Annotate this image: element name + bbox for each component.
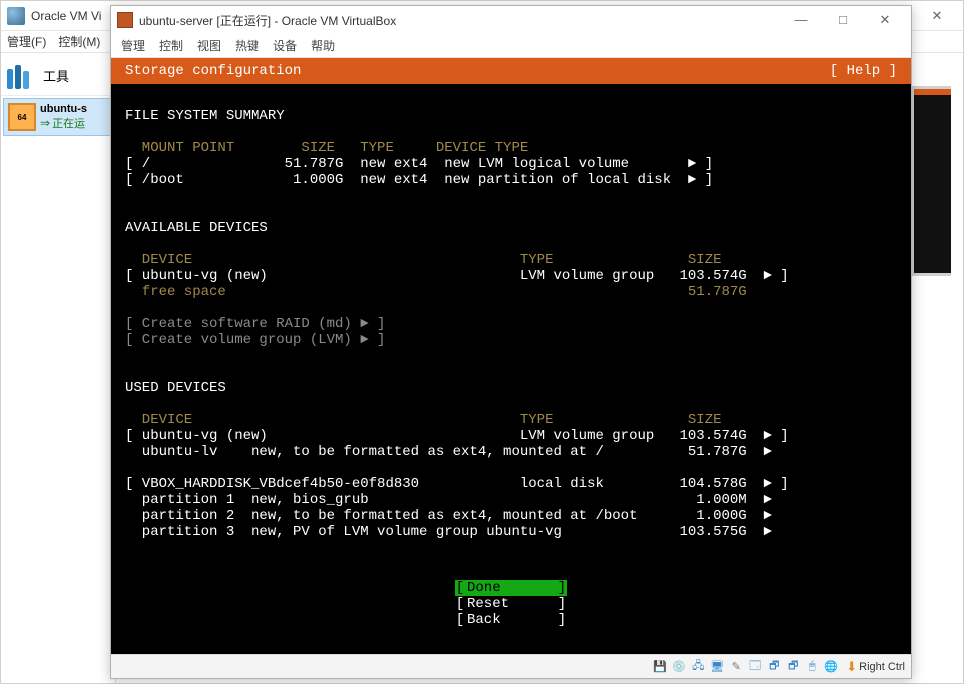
- used-row-p1[interactable]: partition 1 new, bios_grub 1.000M ►: [125, 492, 772, 508]
- host-key-arrow-icon: ⬇: [846, 659, 857, 675]
- vm-menu-view[interactable]: 视图: [197, 37, 221, 54]
- host-key-indicator: ⬇ Right Ctrl: [846, 659, 905, 675]
- create-raid[interactable]: [ Create software RAID (md) ► ]: [125, 316, 385, 332]
- back-button[interactable]: [Back]: [455, 612, 567, 628]
- vm-maximize-button[interactable]: □: [823, 8, 863, 32]
- sidebar-vm-ubuntu[interactable]: 64 ubuntu-s ⇒ 正在运: [3, 98, 113, 136]
- used-row-p3[interactable]: partition 3 new, PV of LVM volume group …: [125, 524, 772, 540]
- status-additions-icon[interactable]: 🌐: [823, 659, 839, 675]
- vm-minimize-button[interactable]: —: [781, 8, 821, 32]
- fs-row-root[interactable]: [ / 51.787G new ext4 new LVM logical vol…: [125, 156, 713, 172]
- status-hdd-icon[interactable]: 💾: [652, 659, 668, 675]
- vbox-cube-icon: [117, 12, 133, 28]
- vm-menu-manage[interactable]: 管理: [121, 37, 145, 54]
- vm-window-title: ubuntu-server [正在运行] - Oracle VM Virtual…: [139, 12, 781, 29]
- vm-titlebar: ubuntu-server [正在运行] - Oracle VM Virtual…: [111, 6, 911, 34]
- avail-row-vg[interactable]: [ ubuntu-vg (new) LVM volume group 103.5…: [125, 268, 789, 284]
- used-columns: DEVICE TYPE SIZE: [125, 412, 722, 428]
- vm-menu-device[interactable]: 设备: [273, 37, 297, 54]
- vm-name: ubuntu-s: [40, 103, 87, 115]
- used-row-lv[interactable]: ubuntu-lv new, to be formatted as ext4, …: [125, 444, 772, 460]
- menu-manage[interactable]: 管理(F): [7, 33, 46, 50]
- used-row-p2[interactable]: partition 2 new, to be formatted as ext4…: [125, 508, 772, 524]
- status-display-icon[interactable]: 🖥: [709, 659, 725, 675]
- used-row-vg[interactable]: [ ubuntu-vg (new) LVM volume group 103.5…: [125, 428, 789, 444]
- vm-menu-control[interactable]: 控制: [159, 37, 183, 54]
- vm-status-text: 正在运: [52, 115, 85, 131]
- menu-control[interactable]: 控制(M): [58, 33, 100, 50]
- status-optical-icon[interactable]: 💿: [671, 659, 687, 675]
- vm-statusbar: 💾 💿 🖧 🖥 ✎ 🗔 🗗 🗗 🖱 🌐 ⬇ Right Ctrl: [111, 654, 911, 678]
- status-mouse-icon[interactable]: 🖱: [804, 659, 820, 675]
- fs-columns: MOUNT POINT SIZE TYPE DEVICE TYPE: [125, 140, 528, 156]
- fs-row-boot[interactable]: [ /boot 1.000G new ext4 new partition of…: [125, 172, 713, 188]
- vm-menu-hotkey[interactable]: 热键: [235, 37, 259, 54]
- sidebar-tools[interactable]: 工具: [1, 55, 115, 96]
- tools-label: 工具: [43, 66, 69, 85]
- vm-os-icon: 64: [8, 103, 36, 131]
- used-header: USED DEVICES: [125, 380, 226, 396]
- avail-columns: DEVICE TYPE SIZE: [125, 252, 722, 268]
- vbox-app-icon: [7, 7, 25, 25]
- installer-actions: [Done] [Reset] [Back]: [111, 580, 911, 640]
- avail-row-free: free space 51.787G: [125, 284, 747, 300]
- vm-status: ⇒ 正在运: [40, 115, 87, 131]
- status-video-icon[interactable]: 🗔: [747, 659, 763, 675]
- vm-preview-thumb: [911, 86, 951, 276]
- reset-button[interactable]: [Reset]: [455, 596, 567, 612]
- status-shared-icon[interactable]: ✎: [728, 659, 744, 675]
- running-arrow-icon: ⇒: [40, 116, 50, 130]
- installer-help[interactable]: [ Help ]: [830, 63, 897, 79]
- vbox-manager-sidebar: 工具 64 ubuntu-s ⇒ 正在运: [1, 55, 116, 683]
- status-features-icon[interactable]: 🗗: [785, 659, 801, 675]
- done-button[interactable]: [Done]: [455, 580, 567, 596]
- outer-close-button[interactable]: ✕: [917, 4, 957, 28]
- installer-title: Storage configuration: [125, 63, 301, 79]
- avail-header: AVAILABLE DEVICES: [125, 220, 268, 236]
- status-recording-icon[interactable]: 🗗: [766, 659, 782, 675]
- vm-window: ubuntu-server [正在运行] - Oracle VM Virtual…: [110, 5, 912, 679]
- installer-body[interactable]: FILE SYSTEM SUMMARY MOUNT POINT SIZE TYP…: [111, 84, 911, 544]
- status-network-icon[interactable]: 🖧: [690, 659, 706, 675]
- fs-summary-header: FILE SYSTEM SUMMARY: [125, 108, 285, 124]
- host-key-text: Right Ctrl: [859, 661, 905, 673]
- installer-screen[interactable]: Storage configuration [ Help ] FILE SYST…: [111, 58, 911, 654]
- vm-menu-help[interactable]: 帮助: [311, 37, 335, 54]
- tools-icon: [7, 61, 37, 89]
- used-row-disk[interactable]: [ VBOX_HARDDISK_VBdcef4b50-e0f8d830 loca…: [125, 476, 789, 492]
- vm-menu: 管理 控制 视图 热键 设备 帮助: [111, 34, 911, 58]
- create-lvm[interactable]: [ Create volume group (LVM) ► ]: [125, 332, 385, 348]
- vm-close-button[interactable]: ✕: [865, 8, 905, 32]
